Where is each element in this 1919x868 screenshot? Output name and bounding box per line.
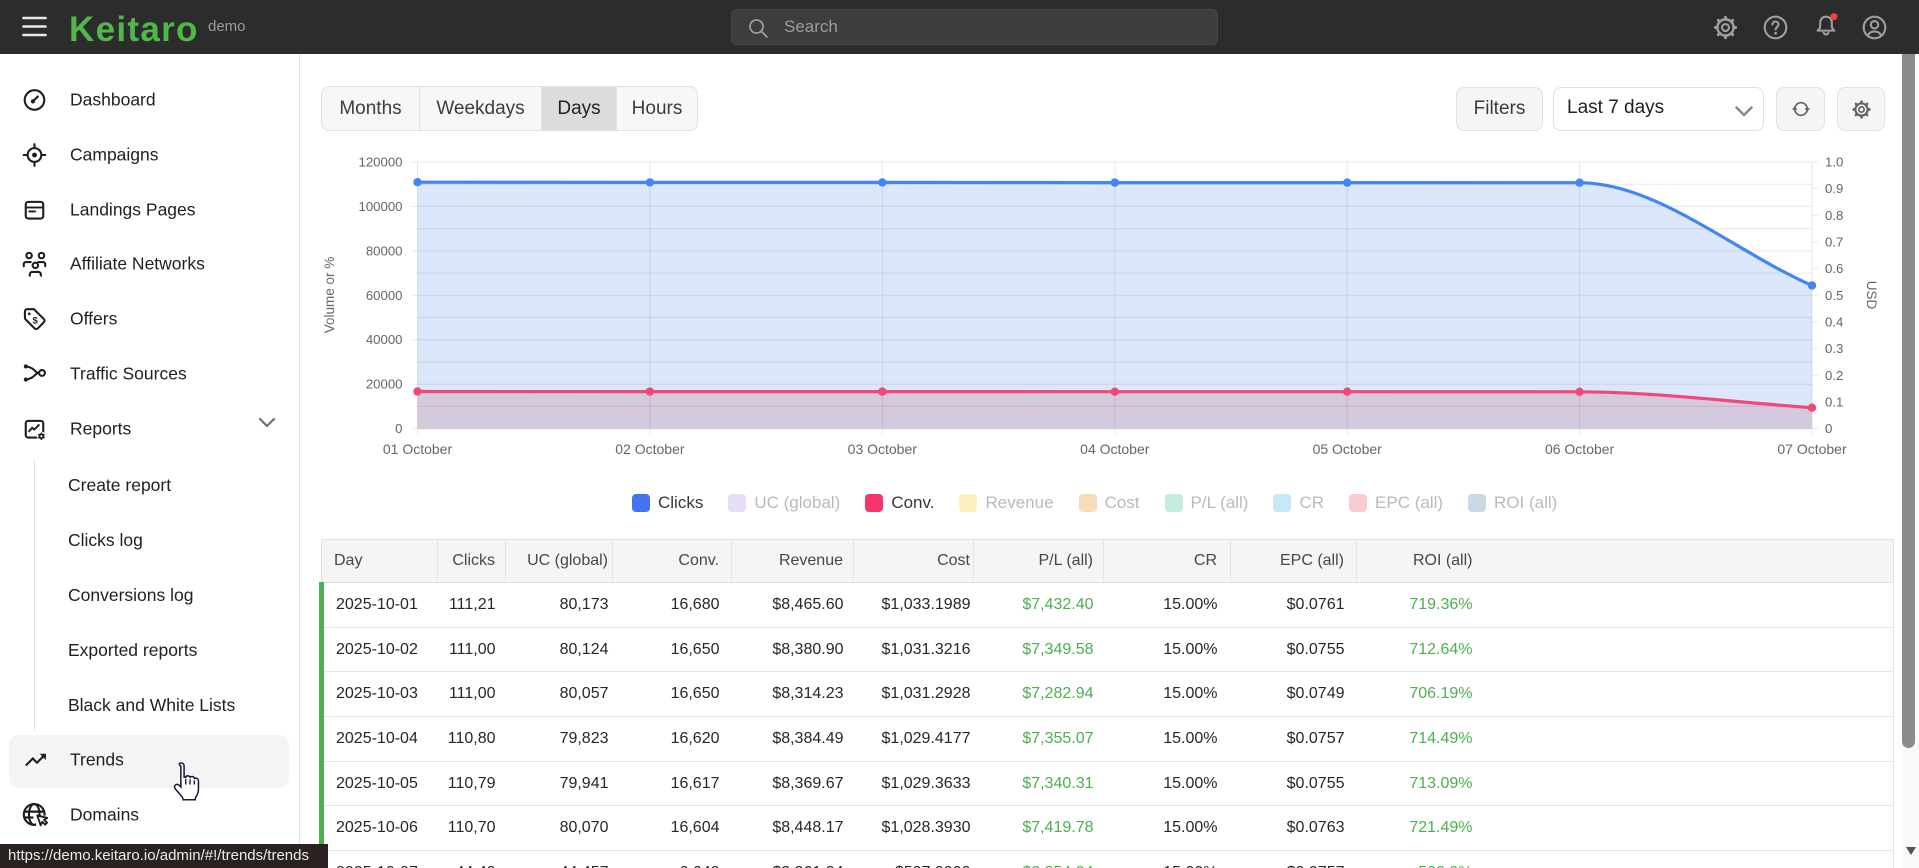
svg-text:USD: USD xyxy=(1864,281,1879,310)
svg-text:80000: 80000 xyxy=(366,243,403,258)
svg-text:0.6: 0.6 xyxy=(1825,261,1843,276)
svg-text:03 October: 03 October xyxy=(848,441,918,457)
svg-text:1.0: 1.0 xyxy=(1825,155,1843,170)
svg-text:0: 0 xyxy=(395,421,402,436)
svg-text:$: $ xyxy=(33,316,39,326)
svg-text:0.4: 0.4 xyxy=(1825,315,1843,330)
svg-text:0.1: 0.1 xyxy=(1825,394,1843,409)
svg-text:40000: 40000 xyxy=(366,332,403,347)
svg-text:0.5: 0.5 xyxy=(1825,288,1843,303)
svg-text:02 October: 02 October xyxy=(615,441,685,457)
svg-text:04 October: 04 October xyxy=(1080,441,1150,457)
svg-text:0.7: 0.7 xyxy=(1825,235,1843,250)
svg-text:0.3: 0.3 xyxy=(1825,341,1843,356)
svg-text:20000: 20000 xyxy=(366,377,403,392)
svg-text:60000: 60000 xyxy=(366,288,403,303)
svg-text:0.9: 0.9 xyxy=(1825,181,1843,196)
svg-text:0.2: 0.2 xyxy=(1825,368,1843,383)
svg-text:06 October: 06 October xyxy=(1545,441,1615,457)
svg-text:05 October: 05 October xyxy=(1313,441,1383,457)
svg-text:01 October: 01 October xyxy=(383,441,453,457)
svg-text:0.8: 0.8 xyxy=(1825,208,1843,223)
svg-text:120000: 120000 xyxy=(358,155,402,170)
svg-text:0: 0 xyxy=(1825,421,1832,436)
svg-text:07 October: 07 October xyxy=(1777,441,1847,457)
svg-text:Volume or %: Volume or % xyxy=(322,257,337,334)
svg-text:100000: 100000 xyxy=(358,199,402,214)
